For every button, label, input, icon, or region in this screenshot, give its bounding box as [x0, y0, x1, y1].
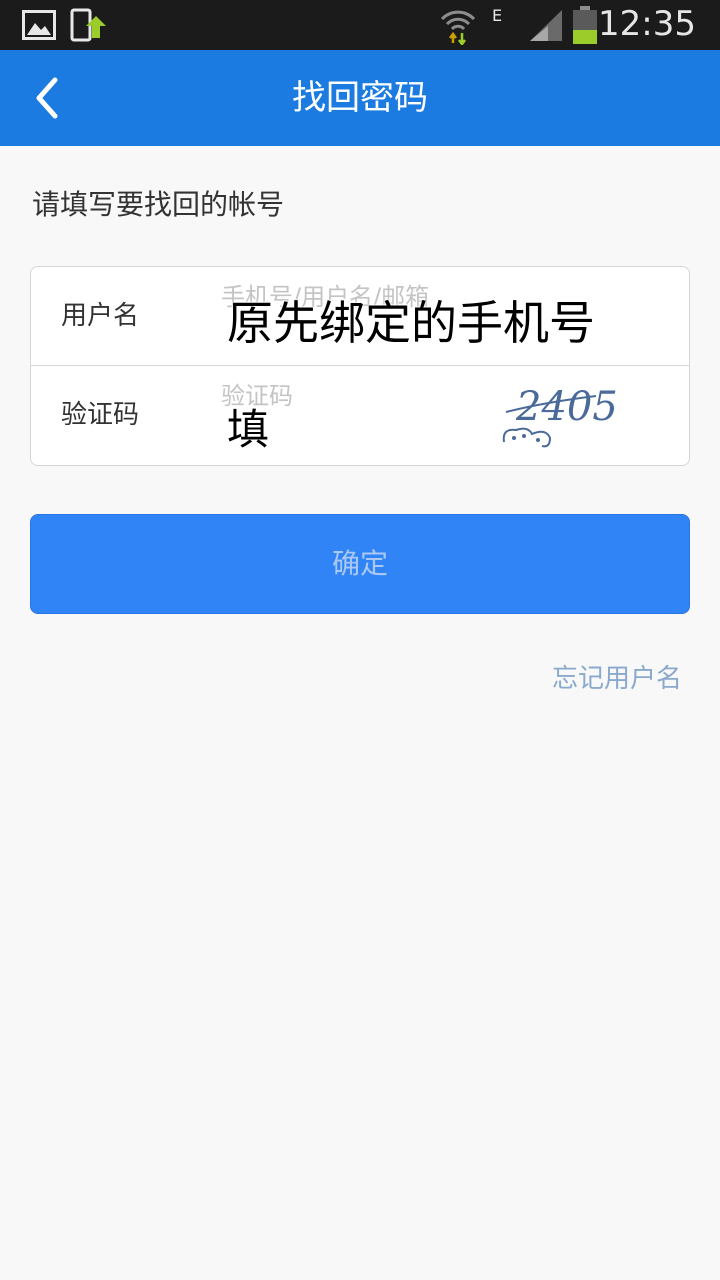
battery-icon — [572, 0, 598, 50]
account-hint-text: 请填写要找回的帐号 — [32, 188, 285, 221]
captcha-image[interactable]: 2405 — [466, 376, 626, 456]
username-row: 用户名 原先绑定的手机号 — [31, 267, 689, 366]
chevron-left-icon — [36, 77, 58, 119]
app-bar: 找回密码 — [0, 50, 720, 146]
upload-icon — [70, 0, 106, 50]
gallery-icon — [22, 0, 56, 50]
status-bar: E 12:35 — [0, 0, 720, 50]
username-label: 用户名 — [61, 301, 140, 331]
captcha-annotation: 填 — [227, 405, 270, 454]
confirm-button[interactable]: 确定 — [30, 514, 690, 614]
captcha-row: 验证码 填 2405 — [31, 366, 689, 465]
recovery-form: 用户名 原先绑定的手机号 验证码 填 2405 — [30, 266, 690, 466]
page-title: 找回密码 — [292, 78, 428, 118]
captcha-label: 验证码 — [61, 400, 140, 430]
signal-icon — [528, 0, 564, 50]
back-button[interactable] — [18, 68, 78, 128]
username-annotation: 原先绑定的手机号 — [227, 296, 595, 350]
status-time: 12:35 — [598, 4, 696, 44]
forgot-username-link[interactable]: 忘记用户名 — [552, 658, 682, 695]
wifi-icon — [440, 0, 476, 50]
network-type-label: E — [492, 6, 503, 25]
